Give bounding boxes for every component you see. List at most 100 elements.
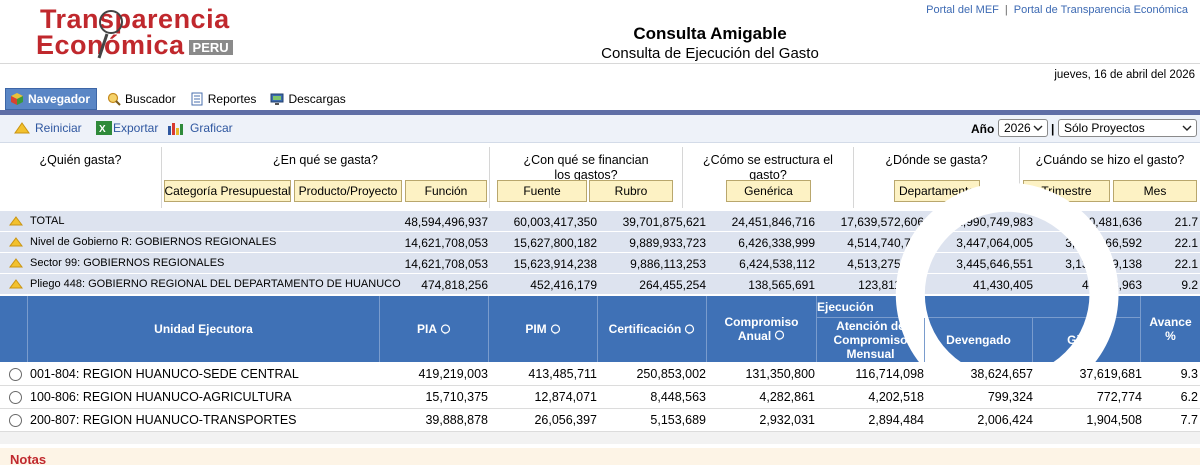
certificacion-value: 264,455,254 — [639, 278, 706, 292]
devengado-cell: 799,324 — [987, 390, 1033, 404]
toolbar: Reiniciar X Exportar Graficar Año 2026 |… — [0, 115, 1200, 143]
categoria-presupuestal-button[interactable]: Categoría Presupuestal — [164, 180, 291, 202]
page-title: Consulta Amigable — [633, 24, 787, 43]
header-label: PIM — [525, 322, 547, 336]
tab-label: Navegador — [28, 92, 91, 106]
producto-proyecto-button[interactable]: Producto/Proyecto — [294, 180, 402, 202]
graficar-button[interactable]: Graficar — [167, 121, 233, 135]
graficar-label: Graficar — [190, 121, 233, 135]
certificacion-value: 39,701,875,621 — [622, 215, 706, 229]
question-text: ¿Cómo se estructura el gasto? — [703, 153, 833, 182]
pim-value: 60,003,417,350 — [513, 215, 597, 229]
link-portal-mef[interactable]: Portal del MEF — [926, 4, 999, 16]
certificacion-cell: 250,853,002 — [636, 367, 706, 381]
logo-line1: Transparencia — [40, 4, 230, 34]
header-label: Unidad Ejecutora — [154, 322, 253, 336]
pim-value: 15,627,800,182 — [513, 236, 597, 250]
up-triangle-icon[interactable] — [9, 279, 23, 289]
row-radio[interactable] — [9, 368, 22, 381]
certificacion-value: 9,886,113,253 — [630, 257, 706, 271]
info-bubble-icon[interactable] — [684, 323, 695, 335]
tab-descargas[interactable]: Descargas — [266, 88, 349, 110]
link-separator: | — [1004, 4, 1008, 16]
detail-table-header: Unidad Ejecutora PIA PIM Certificación C… — [0, 183, 1200, 428]
exportar-button[interactable]: X Exportar — [96, 121, 158, 135]
devengado-cell: 2,006,424 — [977, 413, 1033, 427]
info-bubble-icon[interactable] — [440, 323, 451, 335]
page-subtitle: Consulta de Ejecución del Gasto — [601, 45, 819, 62]
tab-buscador[interactable]: Buscador — [103, 88, 180, 110]
question-text: ¿Dónde se gasta? — [885, 153, 988, 167]
monitor-icon — [270, 93, 284, 105]
exportar-label: Exportar — [113, 121, 159, 135]
notas-section: Notas — [0, 448, 1200, 465]
girado-cell: 37,619,681 — [1079, 367, 1142, 381]
notas-heading: Notas — [10, 452, 47, 465]
girado-header[interactable]: Girado — [1033, 318, 1141, 362]
unidad-ejecutora-header[interactable]: Unidad Ejecutora — [28, 296, 380, 362]
up-triangle-icon[interactable] — [9, 258, 23, 268]
atencion-cell: 116,714,098 — [855, 367, 924, 381]
header-label: Certificación — [608, 322, 682, 336]
year-select[interactable]: 2026 — [998, 119, 1048, 137]
pia-value: 14,621,708,053 — [404, 236, 488, 250]
bar-chart-icon — [168, 123, 183, 135]
row-radio[interactable] — [9, 414, 22, 427]
rubro-button[interactable]: Rubro — [589, 180, 673, 202]
pia-cell: 39,888,878 — [425, 413, 488, 427]
question-que: ¿En qué se gasta? Categoría Presupuestal… — [162, 147, 490, 208]
generica-button[interactable]: Genérica — [726, 180, 811, 202]
compromiso-cell: 2,932,031 — [759, 413, 815, 427]
header-divider — [0, 63, 1200, 64]
pia-header[interactable]: PIA — [380, 296, 489, 362]
atencion-header[interactable]: Atención de Compromiso Mensual — [817, 318, 925, 362]
up-triangle-icon[interactable] — [9, 237, 23, 247]
row-radio[interactable] — [9, 391, 22, 404]
ejecucion-group-header[interactable]: Ejecución — [817, 183, 1141, 428]
header-label: Avance % — [1149, 315, 1192, 343]
logo[interactable]: Transparencia Económica PERU — [36, 4, 256, 60]
info-bubble-icon[interactable] — [550, 323, 561, 335]
certificacion-header[interactable]: Certificación — [598, 296, 707, 362]
table-footer-gap — [0, 432, 1200, 444]
devengado-header[interactable]: Devengado — [925, 318, 1033, 362]
question-text: ¿En qué se gasta? — [273, 153, 378, 167]
certificacion-value: 9,889,933,723 — [629, 236, 706, 250]
avance-header[interactable]: Avance % — [1141, 296, 1200, 362]
reiniciar-button[interactable]: Reiniciar — [14, 121, 82, 135]
logo-badge: PERU — [188, 40, 233, 55]
compromiso-value: 24,451,846,716 — [731, 215, 815, 229]
tab-reportes[interactable]: Reportes — [186, 88, 261, 110]
pim-value: 15,623,914,238 — [513, 257, 597, 271]
pim-header[interactable]: PIM — [489, 296, 598, 362]
project-filter-select[interactable]: Sólo Proyectos — [1058, 119, 1197, 137]
table-row[interactable]: 001-804: REGION HUANUCO-SEDE CENTRAL 419… — [0, 363, 1200, 386]
info-bubble-icon[interactable] — [774, 330, 785, 341]
pia-cell: 419,219,003 — [418, 367, 488, 381]
header-label: Compromiso Anual — [717, 315, 806, 343]
pim-cell: 413,485,711 — [528, 367, 597, 381]
radio-column-header — [0, 296, 28, 362]
funcion-button[interactable]: Función — [405, 180, 487, 202]
avance-cell: 9.3 — [1180, 367, 1198, 381]
chevron-down-icon — [1182, 125, 1192, 131]
compromiso-value: 6,426,338,999 — [738, 236, 815, 250]
atencion-cell: 4,202,518 — [868, 390, 924, 404]
summary-label: Nivel de Gobierno R: GOBIERNOS REGIONALE… — [30, 236, 277, 248]
compromiso-anual-header[interactable]: Compromiso Anual — [707, 296, 817, 362]
year-label: Año — [971, 122, 995, 136]
unidad-ejecutora-cell: 200-807: REGION HUANUCO-TRANSPORTES — [30, 413, 297, 427]
table-row[interactable]: 200-807: REGION HUANUCO-TRANSPORTES 39,8… — [0, 409, 1200, 432]
tab-navegador[interactable]: Navegador — [5, 88, 98, 110]
page-header: Transparencia Económica PERU Portal del M… — [0, 0, 1200, 66]
compromiso-cell: 131,350,800 — [745, 367, 815, 381]
link-portal-transparencia[interactable]: Portal de Transparencia Económica — [1014, 4, 1188, 16]
pia-cell: 15,710,375 — [425, 390, 488, 404]
up-triangle-icon[interactable] — [9, 216, 23, 226]
header-label-text: Compromiso Anual — [724, 315, 799, 343]
pia-value: 48,594,496,937 — [404, 215, 488, 229]
chevron-down-icon — [1033, 125, 1043, 131]
fuente-button[interactable]: Fuente — [497, 180, 587, 202]
table-row[interactable]: 100-806: REGION HUANUCO-AGRICULTURA 15,7… — [0, 386, 1200, 409]
question-quien: ¿Quién gasta? — [0, 147, 162, 208]
